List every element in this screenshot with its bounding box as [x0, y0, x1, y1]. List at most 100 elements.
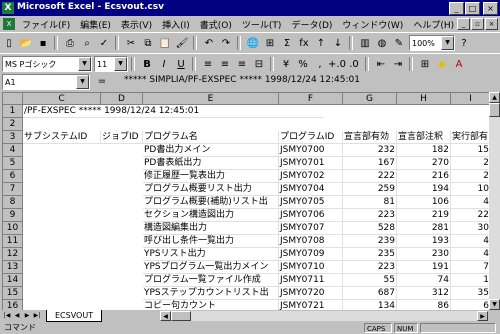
cell-program-id[interactable]: JSMY0704: [279, 183, 343, 196]
cell-decl-valid[interactable]: 222: [343, 170, 397, 183]
autosum-icon[interactable]: Σ: [279, 35, 295, 51]
row-header[interactable]: 5: [3, 157, 23, 170]
cell-program-id[interactable]: JSMY0700: [279, 144, 343, 157]
cell-exec-valid[interactable]: 2: [451, 170, 489, 183]
row-header[interactable]: 11: [3, 235, 23, 248]
font-name-select[interactable]: MS Pゴシック ▼: [2, 56, 92, 72]
cell-program-id[interactable]: JSMY0702: [279, 170, 343, 183]
open-icon[interactable]: 📂: [18, 35, 34, 51]
scroll-right-icon[interactable]: ▶: [477, 311, 488, 321]
cell-decl-valid[interactable]: 687: [343, 287, 397, 300]
cell-program-name[interactable]: YPSステップカウントリスト出: [143, 287, 279, 300]
doc-minimize-button[interactable]: _: [457, 18, 470, 30]
header-program-name[interactable]: プログラム名: [143, 131, 279, 144]
horizontal-scrollbar[interactable]: ◀ ▶: [160, 311, 488, 321]
cell-decl-comment[interactable]: 219: [397, 209, 451, 222]
font-size-select[interactable]: 11 ▼: [94, 56, 128, 72]
row-header[interactable]: 13: [3, 261, 23, 274]
sheet-tab-ecsvout[interactable]: ECSVOUT: [46, 310, 103, 322]
undo-icon[interactable]: ↶: [201, 35, 217, 51]
cell-decl-valid[interactable]: 55: [343, 274, 397, 287]
paste-icon[interactable]: 📋: [157, 35, 173, 51]
cell-program-name[interactable]: セクション構造図出力: [143, 209, 279, 222]
cell-decl-comment[interactable]: 312: [397, 287, 451, 300]
cut-icon[interactable]: ✂: [123, 35, 139, 51]
cell-decl-comment[interactable]: 74: [397, 274, 451, 287]
prev-sheet-icon[interactable]: ◀: [12, 311, 22, 321]
currency-icon[interactable]: ¥: [278, 56, 294, 72]
cell-decl-comment[interactable]: 106: [397, 196, 451, 209]
row-header[interactable]: 6: [3, 170, 23, 183]
cell-decl-comment[interactable]: 194: [397, 183, 451, 196]
cell-program-id[interactable]: JSMY0701: [279, 157, 343, 170]
menu-data[interactable]: データ(D): [286, 18, 337, 31]
cell-row1-text[interactable]: /PF-EXSPEC ***** 1998/12/24 12:45:01: [23, 105, 323, 118]
menu-format[interactable]: 書式(O): [195, 18, 237, 31]
cell-decl-valid[interactable]: 235: [343, 248, 397, 261]
workbook-icon[interactable]: X: [3, 18, 15, 30]
cell-exec-valid[interactable]: 30: [451, 222, 489, 235]
bold-icon[interactable]: B: [139, 56, 155, 72]
italic-icon[interactable]: I: [156, 56, 172, 72]
cell-program-id[interactable]: JSMY0708: [279, 235, 343, 248]
cell-program-name[interactable]: 構造図編集出力: [143, 222, 279, 235]
menu-view[interactable]: 表示(V): [116, 18, 157, 31]
cell-decl-comment[interactable]: 193: [397, 235, 451, 248]
cell-decl-valid[interactable]: 528: [343, 222, 397, 235]
cell-exec-valid[interactable]: 35: [451, 287, 489, 300]
cell-decl-valid[interactable]: 223: [343, 209, 397, 222]
row-header[interactable]: 1: [3, 105, 23, 118]
name-box[interactable]: A1 ▼: [2, 74, 90, 90]
header-decl-valid[interactable]: 宣言部有効: [343, 131, 397, 144]
maximize-button[interactable]: □: [465, 2, 480, 15]
cell-exec-valid[interactable]: 2: [451, 157, 489, 170]
web-toolbar-icon[interactable]: ⊞: [262, 35, 278, 51]
cell-decl-comment[interactable]: 182: [397, 144, 451, 157]
cell-program-name[interactable]: YPSリスト出力: [143, 248, 279, 261]
menu-edit[interactable]: 編集(E): [75, 18, 116, 31]
scroll-down-icon[interactable]: ▼: [489, 299, 500, 310]
align-right-icon[interactable]: ≡: [234, 56, 250, 72]
first-sheet-icon[interactable]: |◀: [2, 311, 12, 321]
cell-decl-comment[interactable]: 191: [397, 261, 451, 274]
cell-decl-valid[interactable]: 232: [343, 144, 397, 157]
scroll-left-icon[interactable]: ◀: [160, 311, 171, 321]
chevron-down-icon[interactable]: ▼: [78, 57, 91, 71]
column-header-e[interactable]: E: [143, 93, 279, 105]
cell-program-name[interactable]: 呼び出し条件一覧出力: [143, 235, 279, 248]
cell-decl-valid[interactable]: 167: [343, 157, 397, 170]
select-all-corner[interactable]: [3, 93, 23, 105]
cell-decl-comment[interactable]: 281: [397, 222, 451, 235]
row-header[interactable]: 10: [3, 222, 23, 235]
vertical-scrollbar[interactable]: ▲ ▼: [489, 92, 500, 310]
excel-app-icon[interactable]: X: [2, 2, 14, 14]
header-subsystem-id[interactable]: サブシステムID: [23, 131, 101, 144]
cell-program-name[interactable]: プログラム一覧ファイル作成: [143, 274, 279, 287]
menu-help[interactable]: ヘルプ(H): [408, 18, 459, 31]
close-button[interactable]: ×: [483, 2, 498, 15]
cell-program-id[interactable]: JSMY0709: [279, 248, 343, 261]
cell-program-name[interactable]: 修正履歴一覧表出力: [143, 170, 279, 183]
cell-program-name[interactable]: YPSプログラム一覧出力メイン: [143, 261, 279, 274]
sort-ascending-icon[interactable]: ↑: [313, 35, 329, 51]
formula-content[interactable]: ***** SIMPLIA/PF-EXSPEC ***** 1998/12/24…: [124, 75, 360, 85]
chart-wizard-icon[interactable]: ▥: [357, 35, 373, 51]
increase-decimal-icon[interactable]: +.0: [328, 56, 346, 72]
chevron-down-icon[interactable]: ▼: [76, 75, 89, 89]
redo-icon[interactable]: ↷: [218, 35, 234, 51]
minimize-button[interactable]: _: [449, 2, 464, 15]
row-header[interactable]: 14: [3, 274, 23, 287]
cell-program-name[interactable]: プログラム概要(補助)リスト出: [143, 196, 279, 209]
row-header[interactable]: 7: [3, 183, 23, 196]
function-icon[interactable]: fx: [296, 35, 312, 51]
menu-tools[interactable]: ツール(T): [237, 18, 287, 31]
fill-color-icon[interactable]: ◆: [434, 56, 450, 72]
spelling-icon[interactable]: ✓: [96, 35, 112, 51]
cell-decl-valid[interactable]: 81: [343, 196, 397, 209]
zoom-select[interactable]: 100% ▼: [409, 35, 455, 51]
menu-window[interactable]: ウィンドウ(W): [337, 18, 408, 31]
font-color-icon[interactable]: A: [451, 56, 467, 72]
chevron-down-icon[interactable]: ▼: [114, 57, 127, 71]
row-header[interactable]: 2: [3, 118, 23, 131]
column-header-d[interactable]: D: [101, 93, 143, 105]
